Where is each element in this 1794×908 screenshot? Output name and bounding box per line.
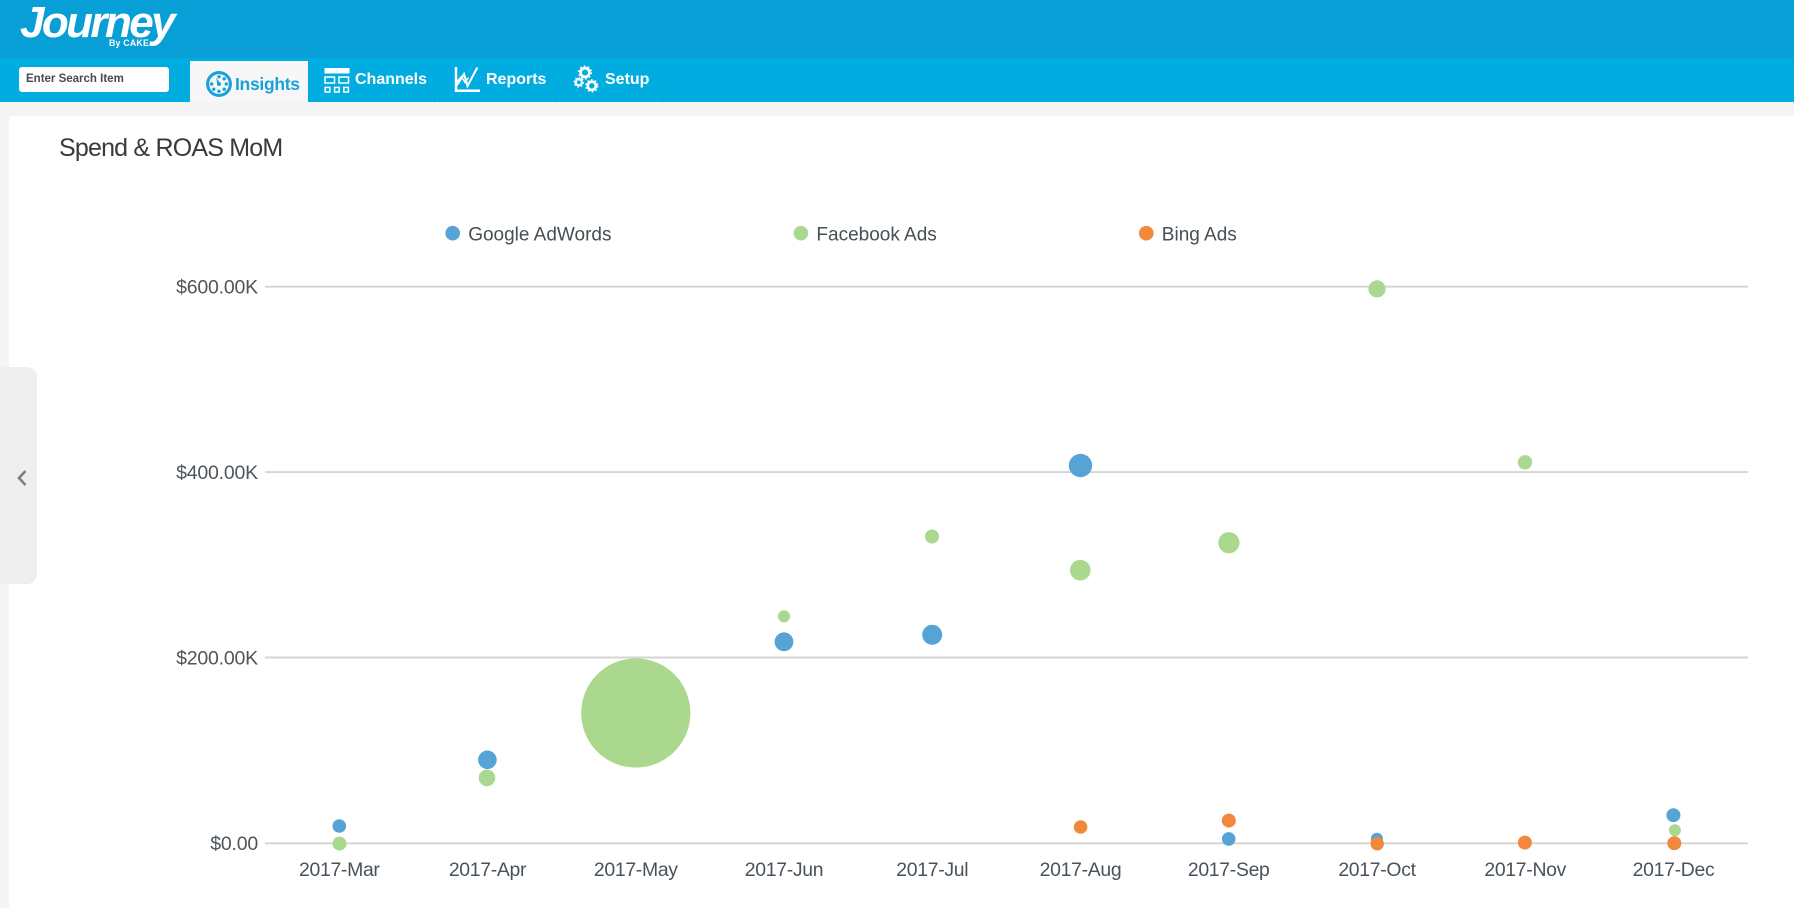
svg-text:2017-Apr: 2017-Apr [449,859,527,881]
svg-text:Google AdWords: Google AdWords [468,224,611,245]
svg-text:Facebook Ads: Facebook Ads [816,224,936,245]
svg-text:2017-Nov: 2017-Nov [1484,859,1566,881]
svg-text:$600.00K: $600.00K [176,277,258,299]
svg-text:2017-Mar: 2017-Mar [299,859,380,881]
svg-text:2017-Sep: 2017-Sep [1188,859,1270,881]
svg-text:$0.00: $0.00 [210,833,258,855]
svg-text:$400.00K: $400.00K [176,462,258,484]
svg-text:2017-Jul: 2017-Jul [896,859,968,881]
svg-text:2017-Aug: 2017-Aug [1040,859,1122,881]
svg-text:$200.00K: $200.00K [176,647,258,669]
svg-text:2017-Dec: 2017-Dec [1633,859,1715,881]
svg-text:2017-May: 2017-May [594,859,678,881]
svg-text:Bing Ads: Bing Ads [1162,224,1237,245]
svg-text:2017-Oct: 2017-Oct [1338,859,1416,881]
svg-text:2017-Jun: 2017-Jun [745,859,823,881]
